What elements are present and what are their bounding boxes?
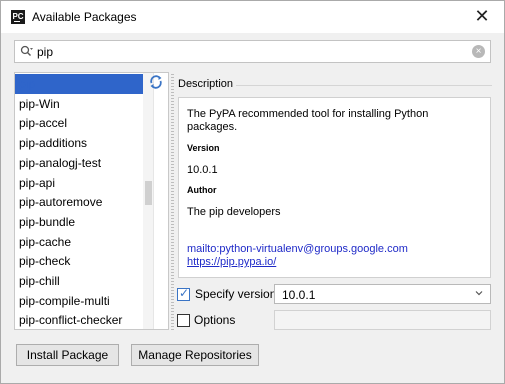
- description-panel: The PyPA recommended tool for installing…: [178, 97, 491, 278]
- chevron-down-icon: [475, 291, 483, 296]
- scrollbar-thumb[interactable]: [145, 181, 152, 205]
- author-value: The pip developers: [187, 206, 281, 218]
- description-divider: [236, 85, 492, 86]
- version-value: 10.0.1: [187, 164, 218, 176]
- options-input[interactable]: [274, 310, 491, 330]
- install-package-button[interactable]: Install Package: [16, 344, 119, 366]
- refresh-icon[interactable]: [148, 74, 164, 90]
- package-list-item[interactable]: pip-conflict-checker: [15, 310, 143, 329]
- window-title: Available Packages: [32, 10, 137, 24]
- search-box[interactable]: ×: [14, 40, 491, 63]
- package-list[interactable]: pip pip-Win pip-accel pip-additions pip-anal…: [14, 72, 169, 330]
- mailto-link[interactable]: mailto:python-virtualenv@groups.google.c…: [187, 243, 408, 255]
- clear-search-icon[interactable]: ×: [472, 45, 485, 58]
- package-list-item[interactable]: pip: [15, 74, 143, 94]
- version-dropdown-value: 10.0.1: [282, 288, 316, 302]
- search-input[interactable]: [37, 43, 457, 60]
- package-list-item[interactable]: pip-additions: [15, 133, 143, 153]
- search-icon[interactable]: [20, 45, 34, 59]
- package-list-item[interactable]: pip-chill: [15, 271, 143, 291]
- description-text: The PyPA recommended tool for installing…: [187, 108, 429, 133]
- pycharm-app-icon: PC: [11, 10, 25, 24]
- specify-version-checkbox[interactable]: ✓: [177, 286, 190, 301]
- homepage-link[interactable]: https://pip.pypa.io/: [187, 256, 276, 268]
- package-list-item[interactable]: pip-analogj-test: [15, 153, 143, 173]
- package-list-item[interactable]: pip-check: [15, 251, 143, 271]
- package-list-item[interactable]: pip-autoremove: [15, 192, 143, 212]
- options-checkbox[interactable]: [177, 314, 190, 327]
- description-label: Description: [178, 78, 234, 90]
- package-list-item[interactable]: pip-compile-multi: [15, 291, 143, 311]
- close-icon[interactable]: ✕: [472, 6, 492, 26]
- version-dropdown[interactable]: 10.0.1: [274, 284, 491, 304]
- package-list-item[interactable]: pip-api: [15, 173, 143, 193]
- package-list-scrollbar[interactable]: [143, 73, 153, 329]
- available-packages-dialog: PC Available Packages ✕ × pippip-Winpip-…: [0, 0, 505, 384]
- version-heading: Version: [187, 143, 220, 153]
- package-list-item[interactable]: pip-bundle: [15, 212, 143, 232]
- pane-splitter[interactable]: [171, 72, 174, 330]
- list-toolbar: [153, 73, 168, 329]
- title-bar: PC Available Packages ✕: [1, 1, 504, 33]
- checkmark-icon: ✓: [179, 286, 190, 300]
- options-label[interactable]: Options: [194, 313, 235, 327]
- manage-repositories-button[interactable]: Manage Repositories: [131, 344, 259, 366]
- package-list-item[interactable]: pip-accel: [15, 113, 143, 133]
- specify-version-label[interactable]: Specify version: [195, 287, 276, 301]
- package-list-item[interactable]: pip-cache: [15, 232, 143, 252]
- package-list-item[interactable]: pip-Win: [15, 94, 143, 114]
- author-heading: Author: [187, 185, 217, 195]
